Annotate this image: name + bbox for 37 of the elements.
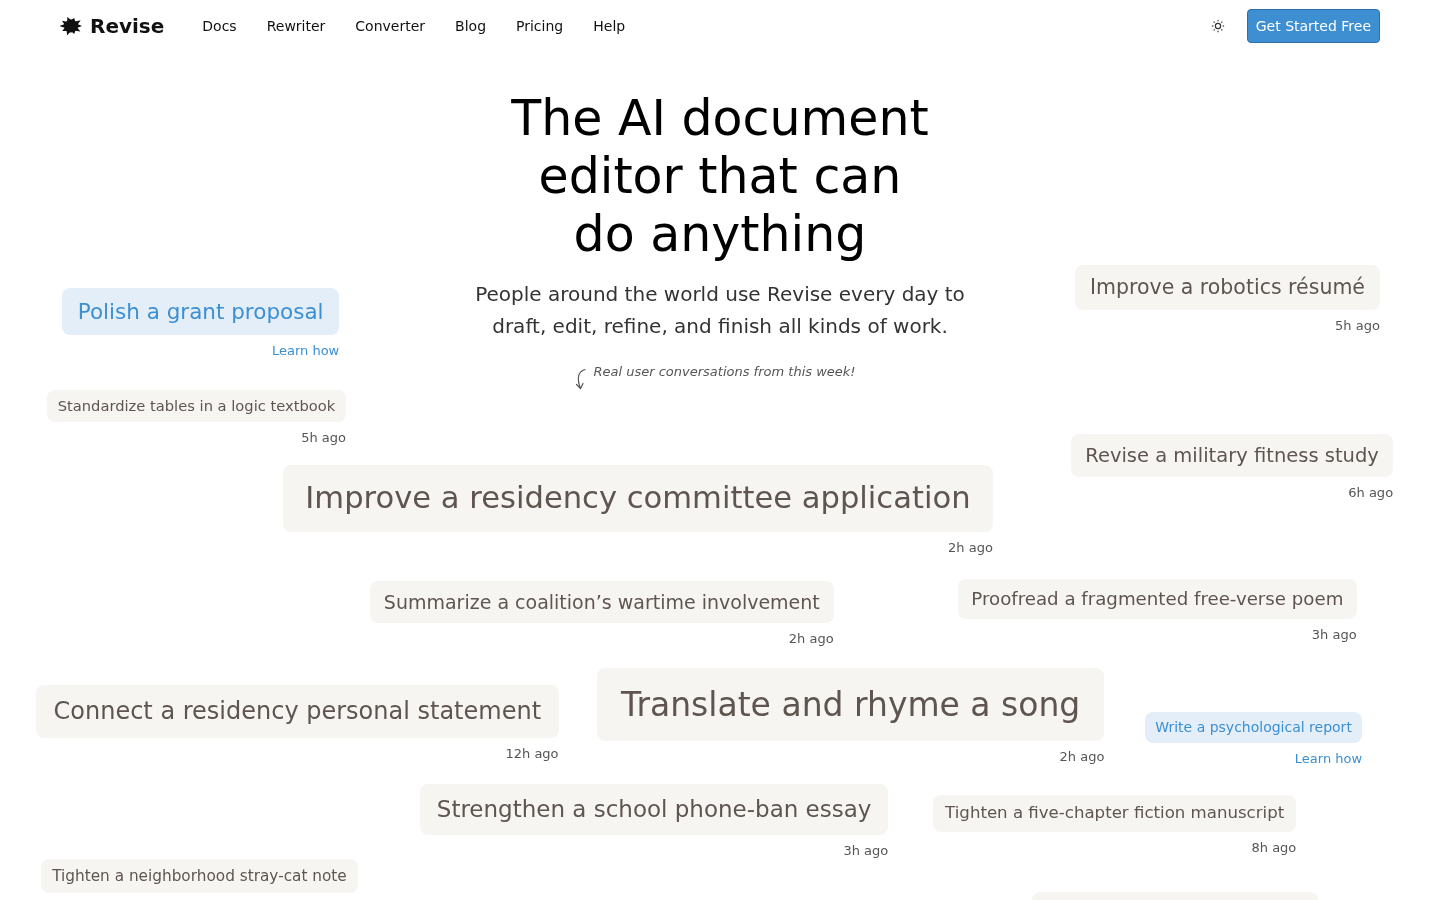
nav-link[interactable]: Blog: [455, 18, 487, 34]
conversation-chip[interactable]: Tighten a five-chapter fiction manuscript: [933, 795, 1297, 832]
conversation-chip[interactable]: Connect a residency personal statement: [36, 685, 559, 738]
conversation-chip[interactable]: Standardize tables in a logic textbook: [47, 390, 346, 423]
time-ago-label: 2h ago: [1059, 748, 1105, 765]
conversation-chip[interactable]: Proofread a fragmented free-verse poem: [958, 579, 1357, 620]
get-started-button[interactable]: Get Started Free: [1246, 9, 1380, 43]
conversation-chip[interactable]: Strengthen a school phone-ban essay: [420, 784, 889, 835]
time-ago-label: 5h ago: [301, 430, 346, 447]
conversation-chip[interactable]: Tighten a neighborhood stray-cat note: [41, 859, 358, 893]
theme-toggle-sun-icon[interactable]: [1210, 19, 1225, 33]
nav-link[interactable]: Rewriter: [266, 18, 326, 34]
nav-link[interactable]: Pricing: [516, 18, 564, 34]
time-ago-label: 5h ago: [1335, 318, 1380, 335]
conversation-chip[interactable]: Translate and rhyme a song: [597, 668, 1105, 741]
time-ago-label: 8h ago: [1251, 839, 1297, 856]
brand-name[interactable]: Revise: [90, 14, 165, 38]
conversation-chip[interactable]: Improve a robotics résumé: [1075, 265, 1380, 311]
nav-link[interactable]: Help: [593, 18, 626, 34]
conversations-note: Real user conversations from this week!: [593, 364, 856, 380]
logo-splat-icon: [60, 17, 82, 35]
nav-link[interactable]: Docs: [202, 18, 237, 34]
time-ago-label: 12h ago: [505, 745, 559, 762]
conversation-chip[interactable]: Improve a residency committee application: [283, 465, 993, 533]
time-ago-label: 6h ago: [1348, 484, 1394, 501]
nav-link[interactable]: Converter: [355, 18, 426, 34]
time-ago-label: 3h ago: [843, 842, 889, 859]
hero-title: The AI document editor that can do anything: [510, 90, 930, 264]
time-ago-label: 3h ago: [1311, 627, 1357, 644]
time-ago-label: 2h ago: [948, 540, 993, 557]
learn-how-link[interactable]: Learn how: [1294, 750, 1363, 767]
curved-arrow-icon: [574, 368, 589, 390]
conversation-chip[interactable]: Summarize a coalition’s wartime involvement: [370, 581, 834, 623]
hero-subtitle: People around the world use Revise every day to draft, edit, refine, and finish all kinds of work.: [474, 281, 966, 340]
learn-how-link[interactable]: Learn how: [271, 343, 340, 360]
conversation-chip[interactable]: Revise a military fitness study: [1071, 434, 1394, 477]
time-ago-label: 2h ago: [788, 630, 834, 647]
